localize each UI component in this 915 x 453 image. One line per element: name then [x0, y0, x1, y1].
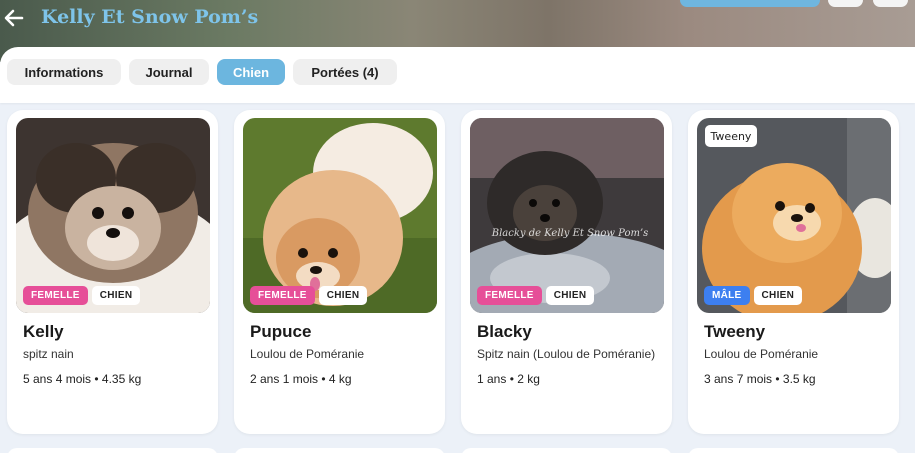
- dog-photo: Tweeny MÂLE CHIEN: [697, 118, 891, 313]
- tab-journal[interactable]: Journal: [129, 59, 209, 85]
- dog-breed: spitz nain: [23, 347, 74, 361]
- photo-watermark: Blacky de Kelly Et Snow Pom’s: [491, 228, 649, 239]
- dog-photo: FEMELLE CHIEN: [16, 118, 210, 313]
- dog-stats: 3 ans 7 mois • 3.5 kg: [704, 372, 816, 386]
- dog-stats: 5 ans 4 mois • 4.35 kg: [23, 372, 142, 386]
- tab-bar: Informations Journal Chien Portées (4): [0, 47, 915, 103]
- dog-card-partial[interactable]: [461, 448, 672, 453]
- photo-caption: Tweeny: [710, 130, 752, 143]
- dog-photo: Blacky de Kelly Et Snow Pom’s FEMELLE CH…: [470, 118, 664, 313]
- dog-stats: 2 ans 1 mois • 4 kg: [250, 372, 352, 386]
- tab-label: Chien: [232, 64, 270, 80]
- sex-badge: FEMELLE: [477, 286, 542, 305]
- kind-badge: CHIEN: [545, 286, 595, 305]
- dog-card-kelly[interactable]: FEMELLE CHIEN Kelly spitz nain 5 ans 4 m…: [7, 110, 218, 434]
- sex-badge: FEMELLE: [23, 286, 88, 305]
- header-icon-button-2[interactable]: [873, 0, 908, 7]
- header-action-button[interactable]: [680, 0, 820, 7]
- sex-badge: FEMELLE: [250, 286, 315, 305]
- dog-photo: FEMELLE CHIEN: [243, 118, 437, 313]
- dog-card-blacky[interactable]: Blacky de Kelly Et Snow Pom’s FEMELLE CH…: [461, 110, 672, 434]
- dog-breed: Spitz nain (Loulou de Poméranie): [477, 347, 656, 361]
- dog-name: Blacky: [477, 322, 532, 341]
- dog-card-partial[interactable]: [688, 448, 899, 453]
- dog-card-partial[interactable]: [7, 448, 218, 453]
- dog-stats: 1 ans • 2 kg: [477, 372, 540, 386]
- dog-name: Kelly: [23, 322, 64, 341]
- tab-informations[interactable]: Informations: [7, 59, 121, 85]
- page-title: Kelly Et Snow Pom’s: [41, 6, 259, 28]
- dog-breed: Loulou de Poméranie: [250, 347, 365, 361]
- dog-name: Pupuce: [250, 322, 312, 341]
- tab-label: Informations: [24, 64, 104, 80]
- dog-card-pupuce[interactable]: FEMELLE CHIEN Pupuce Loulou de Poméranie…: [234, 110, 445, 434]
- dog-card-partial[interactable]: [234, 448, 445, 453]
- tab-label: Portées (4): [311, 64, 379, 80]
- kind-badge: CHIEN: [91, 286, 141, 305]
- kind-badge: CHIEN: [753, 286, 803, 305]
- sex-badge: MÂLE: [704, 286, 750, 305]
- dog-card-tweeny[interactable]: Tweeny MÂLE CHIEN Tweeny Loulou de Pomér…: [688, 110, 899, 434]
- back-button[interactable]: [2, 5, 26, 31]
- dog-name: Tweeny: [704, 322, 766, 341]
- arrow-left-icon: [4, 9, 24, 27]
- kind-badge: CHIEN: [318, 286, 368, 305]
- tab-chien[interactable]: Chien: [217, 59, 285, 85]
- tab-label: Journal: [145, 64, 193, 80]
- header-icon-button-1[interactable]: [828, 0, 863, 7]
- tab-portees[interactable]: Portées (4): [293, 59, 397, 85]
- dog-breed: Loulou de Poméranie: [704, 347, 819, 361]
